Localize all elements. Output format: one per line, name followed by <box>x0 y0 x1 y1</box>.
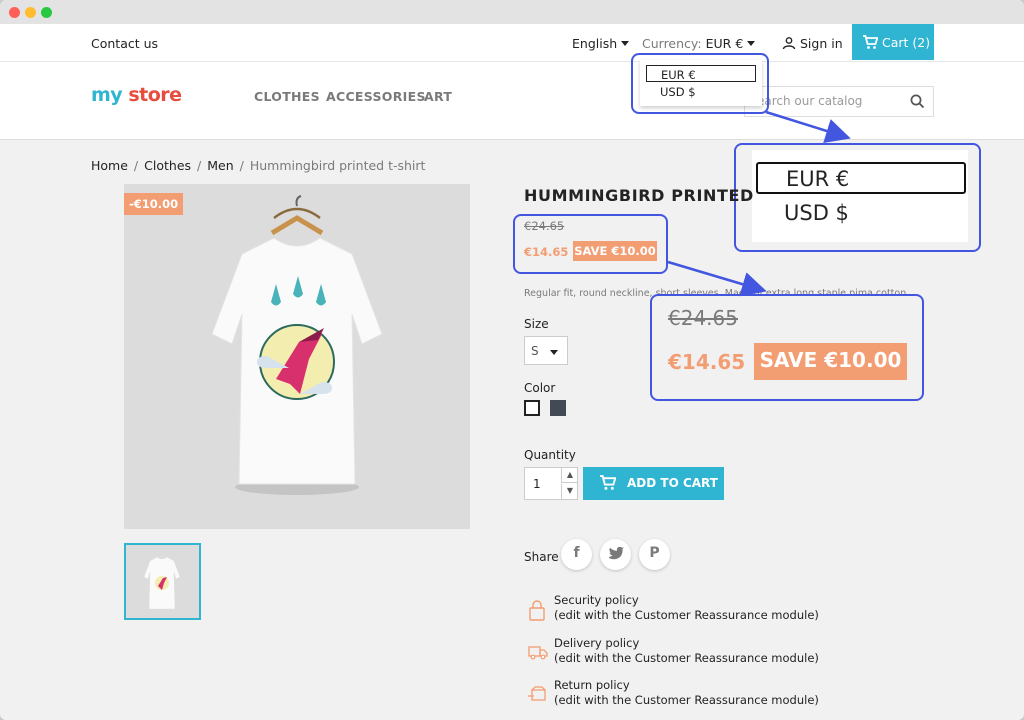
currency-value: EUR € <box>705 36 744 51</box>
quantity-value: 1 <box>533 477 541 491</box>
size-label: Size <box>524 317 549 331</box>
reassurance-security: Security policy (edit with the Customer … <box>524 593 824 633</box>
return-title: Return policy <box>554 678 630 692</box>
add-to-cart-label: ADD TO CART <box>627 476 718 490</box>
cart-button[interactable]: Cart (2) <box>852 24 934 60</box>
quantity-up-icon[interactable]: ▲ <box>561 468 578 483</box>
language-value: English <box>572 36 618 51</box>
color-swatch-white[interactable] <box>524 400 540 416</box>
sign-in-link[interactable]: Sign in <box>782 36 843 51</box>
search-input[interactable]: earch our catalog <box>744 86 934 117</box>
product-image[interactable] <box>124 184 470 529</box>
truck-icon <box>528 646 548 660</box>
tshirt-image <box>211 195 383 495</box>
color-swatch-black[interactable] <box>550 400 566 416</box>
breadcrumb-current: Hummingbird printed t-shirt <box>249 158 426 173</box>
pinterest-icon[interactable]: P <box>639 539 670 570</box>
breadcrumb-home[interactable]: Home <box>91 158 128 173</box>
nav-clothes[interactable]: CLOTHES <box>254 89 320 104</box>
sign-in-label: Sign in <box>800 36 843 51</box>
search-icon[interactable] <box>910 94 925 109</box>
logo-part-my: my <box>91 84 123 106</box>
close-window-icon[interactable] <box>9 7 20 18</box>
tshirt-thumbnail-image <box>143 556 181 610</box>
security-title: Security policy <box>554 593 639 607</box>
color-label: Color <box>524 381 556 395</box>
product-title: HUMMINGBIRD PRINTED <box>524 186 754 205</box>
highlight-dropdown <box>631 53 769 114</box>
site-header: my store CLOTHES ACCESSORIES ART earch o… <box>0 62 1024 140</box>
highlight-zoom-currency <box>734 143 981 252</box>
search-placeholder: earch our catalog <box>757 94 863 108</box>
contact-link[interactable]: Contact us <box>91 36 158 51</box>
maximize-window-icon[interactable] <box>41 7 52 18</box>
lock-icon <box>529 600 545 621</box>
currency-label: Currency: <box>642 36 702 51</box>
minimize-window-icon[interactable] <box>25 7 36 18</box>
return-sub: (edit with the Customer Reassurance modu… <box>554 693 819 707</box>
size-select[interactable]: S <box>524 336 568 365</box>
share-label: Share <box>524 550 559 564</box>
quantity-label: Quantity <box>524 448 576 462</box>
cart-icon <box>863 35 879 49</box>
logo-part-store: store <box>128 84 182 106</box>
caret-down-icon <box>550 350 558 355</box>
browser-window: Contact us English Currency: EUR € Sign … <box>0 0 1024 720</box>
delivery-sub: (edit with the Customer Reassurance modu… <box>554 651 819 665</box>
breadcrumb: Home / Clothes / Men / Hummingbird printed t-s… <box>91 158 426 173</box>
twitter-icon[interactable] <box>600 539 631 570</box>
product-thumbnail[interactable] <box>124 543 201 620</box>
delivery-title: Delivery policy <box>554 636 640 650</box>
caret-down-icon <box>621 41 630 46</box>
reassurance-return: Return policy (edit with the Customer Re… <box>524 678 824 718</box>
reassurance-delivery: Delivery policy (edit with the Customer … <box>524 636 824 676</box>
store-logo[interactable]: my store <box>91 84 182 106</box>
facebook-icon[interactable]: f <box>561 539 592 570</box>
top-bar: Contact us English Currency: EUR € Sign … <box>0 24 1024 62</box>
highlight-zoom-price <box>650 294 924 401</box>
currency-selector[interactable]: Currency: EUR € <box>642 36 756 51</box>
quantity-stepper[interactable]: 1 ▲ ▼ <box>524 467 578 500</box>
caret-down-icon <box>747 41 756 46</box>
return-box-icon <box>528 686 546 701</box>
highlight-price <box>513 214 668 274</box>
nav-accessories[interactable]: ACCESSORIES <box>326 89 426 104</box>
language-selector[interactable]: English <box>572 36 630 51</box>
user-icon <box>782 37 796 50</box>
add-to-cart-button[interactable]: ADD TO CART <box>583 467 724 500</box>
discount-badge: -€10.00 <box>124 193 184 215</box>
title-bar <box>0 0 1024 24</box>
security-sub: (edit with the Customer Reassurance modu… <box>554 608 819 622</box>
cart-label: Cart (2) <box>882 35 931 50</box>
quantity-down-icon[interactable]: ▼ <box>561 484 578 499</box>
nav-art[interactable]: ART <box>424 89 452 104</box>
cart-icon <box>600 475 616 490</box>
size-value: S <box>531 344 539 358</box>
breadcrumb-men[interactable]: Men <box>207 158 233 173</box>
breadcrumb-clothes[interactable]: Clothes <box>144 158 191 173</box>
